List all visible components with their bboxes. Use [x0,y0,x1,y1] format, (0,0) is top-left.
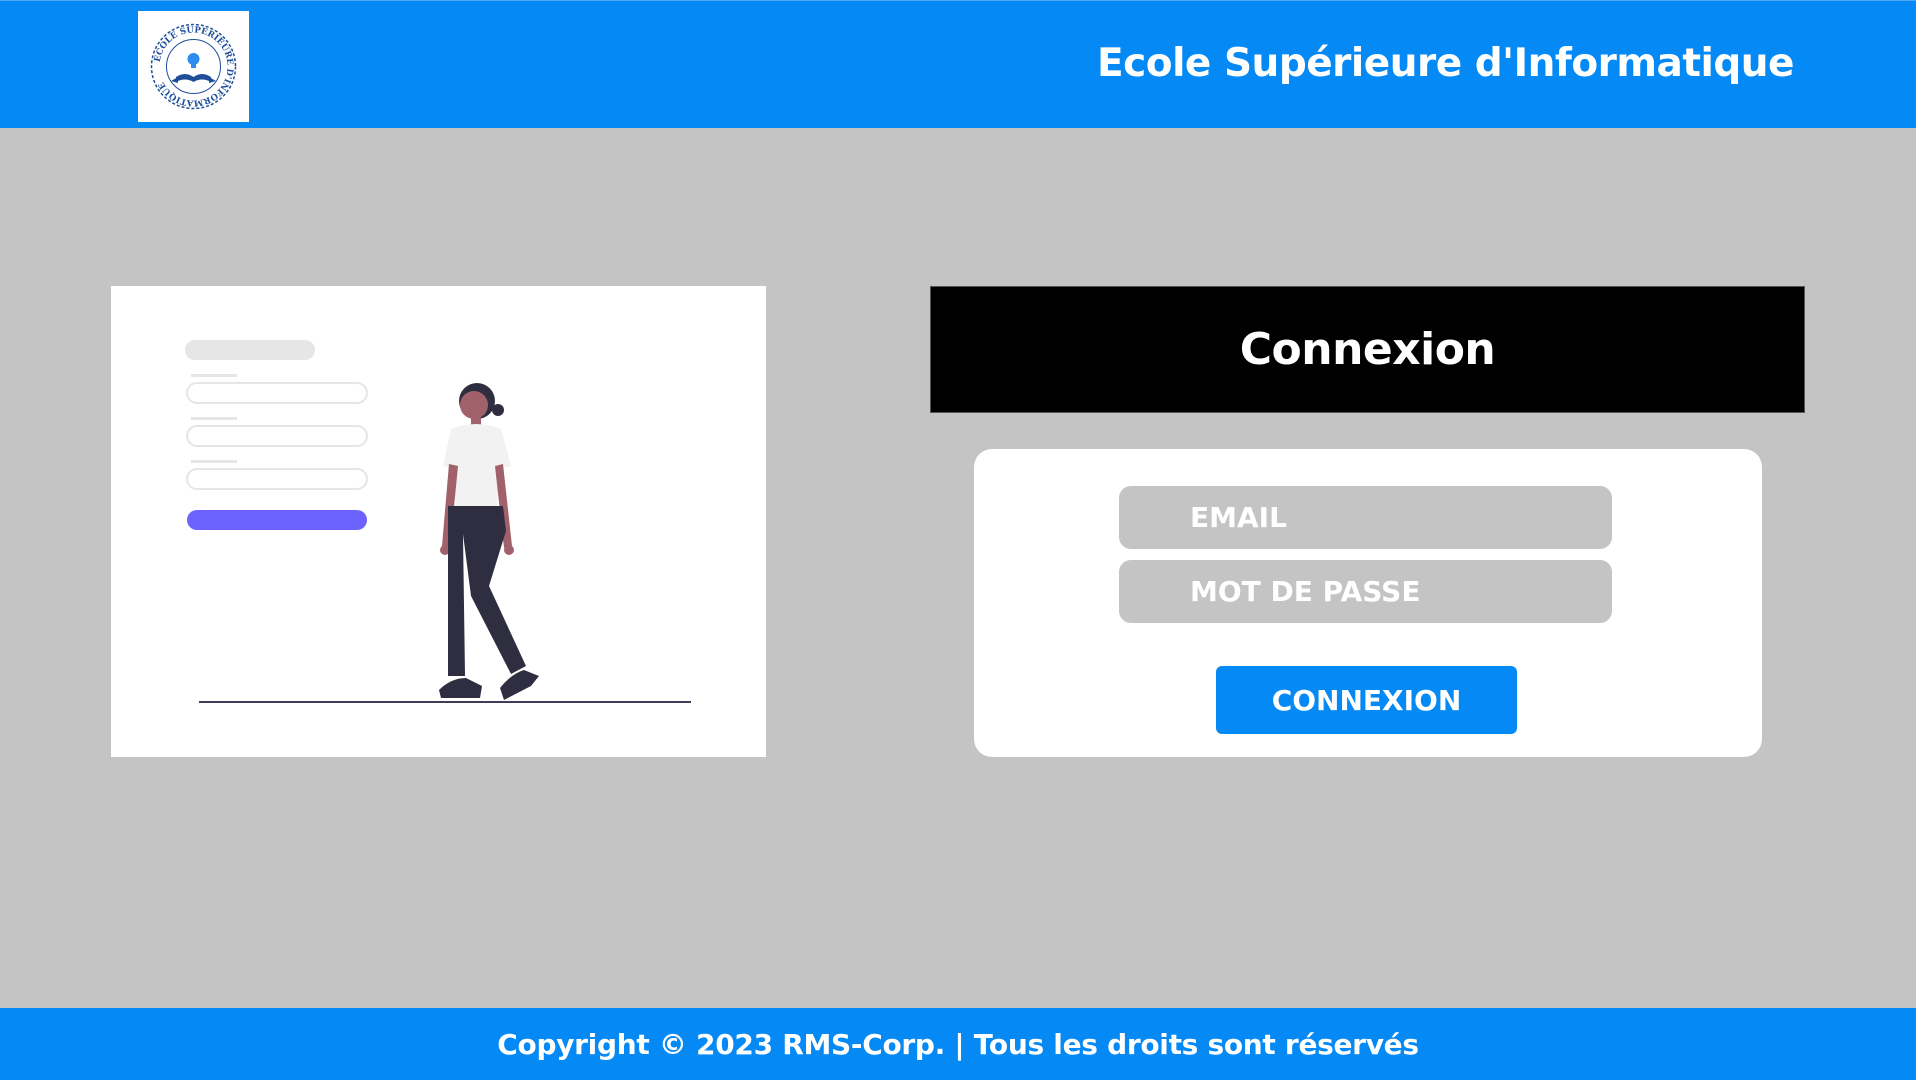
login-illustration [111,286,766,757]
site-header: ECOLE SUPERIEURE D'INFORMATIQUE Ecole Su… [0,0,1916,128]
login-form: CONNEXION [974,449,1762,757]
site-footer: Copyright © 2023 RMS-Corp. | Tous les dr… [0,1008,1916,1080]
person-login-illustration-icon [185,340,691,703]
school-logo[interactable]: ECOLE SUPERIEURE D'INFORMATIQUE [138,11,249,122]
school-logo-icon: ECOLE SUPERIEURE D'INFORMATIQUE [150,23,237,110]
login-title-bar: Connexion [930,286,1805,413]
email-field[interactable] [1119,486,1612,549]
footer-copyright: Copyright © 2023 RMS-Corp. | Tous les dr… [497,1027,1419,1061]
login-title: Connexion [1239,324,1496,375]
password-field[interactable] [1119,560,1612,623]
login-submit-button[interactable]: CONNEXION [1216,666,1517,734]
school-title: Ecole Supérieure d'Informatique [1097,41,1794,86]
